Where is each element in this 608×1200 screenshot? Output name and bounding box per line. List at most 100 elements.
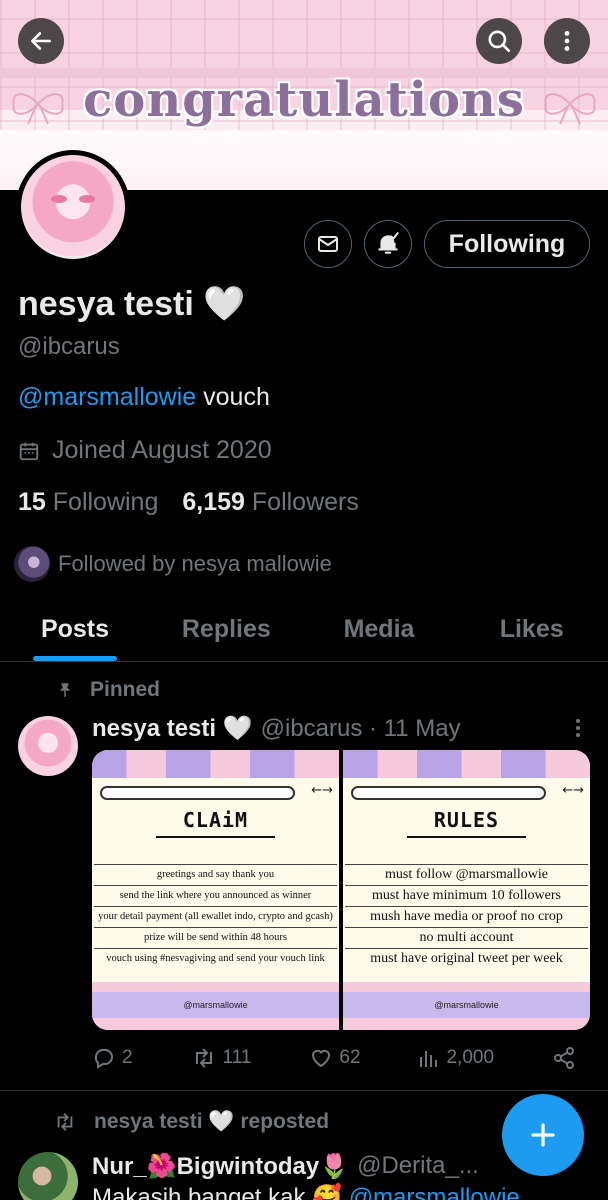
banner-title: congratulations (83, 72, 525, 128)
followers-label: Followers (251, 488, 359, 516)
profile-name: nesya testi 🤍 (18, 285, 246, 323)
claim-image[interactable]: ←→ CLAiM greetings and say thank you sen… (92, 750, 339, 1030)
bio-mention-link[interactable]: @marsmallowie (18, 383, 196, 411)
card-row: mush have media or proof no crop (345, 906, 588, 927)
following-stat[interactable]: 15 Following (18, 488, 158, 517)
tab-posts[interactable]: Posts (0, 600, 150, 661)
plus-icon (531, 1123, 555, 1147)
profile-handle: @ibcarus (18, 333, 120, 360)
card-heading: RULES (433, 808, 500, 832)
card-row: must follow @marsmallowie (345, 864, 588, 885)
view-count: 2,000 (446, 1047, 495, 1068)
repost-icon (57, 1113, 73, 1131)
card-footer: @marsmallowie (343, 992, 590, 1018)
profile-tabs: Posts Replies Media Likes (0, 600, 608, 662)
card-row: vouch using #nesvagiving and send your v… (94, 948, 337, 969)
card-row: send the link where you announced as win… (94, 885, 337, 906)
card-row: your detail payment (all ewallet indo, c… (94, 906, 337, 927)
card-footer-stripe (343, 1018, 590, 1030)
post-mention-link[interactable]: @marsmallowie (349, 1184, 520, 1200)
post-media[interactable]: ←→ CLAiM greetings and say thank you sen… (92, 750, 590, 1030)
followed-by-text: Followed by nesya mallowie (58, 551, 332, 576)
post-meta: @ibcarus · 11 May (260, 715, 461, 742)
followers-stat[interactable]: 6,159 Followers (182, 488, 359, 517)
bio-text: vouch (196, 383, 270, 411)
post-header: nesya testi 🤍 @ibcarus · 11 May (92, 714, 461, 743)
card-footer: @marsmallowie (92, 992, 339, 1018)
tab-replies[interactable]: Replies (150, 600, 303, 661)
post-divider (0, 1090, 608, 1091)
card-rows: greetings and say thank you send the lin… (94, 864, 337, 969)
message-button[interactable] (304, 220, 352, 268)
joined-date: Joined August 2020 (18, 436, 272, 465)
post-meta: @Derita_... (357, 1152, 479, 1179)
pinned-indicator: Pinned (56, 678, 160, 702)
card-row: no multi account (345, 927, 588, 948)
post-actions: 2 111 62 2,000 (92, 1046, 576, 1070)
reply-icon (94, 1049, 113, 1069)
following-label: Following (52, 488, 159, 516)
repost-label: nesya testi 🤍 reposted (94, 1110, 330, 1133)
pin-icon (59, 683, 71, 697)
card-heading: CLAiM (182, 808, 249, 832)
profile-avatar[interactable] (16, 150, 130, 264)
more-options-button[interactable] (544, 18, 590, 64)
arrows-icon: ←→ (311, 783, 333, 798)
card-row: greetings and say thank you (94, 864, 337, 885)
notifications-button[interactable] (364, 220, 412, 268)
card-row: must have original tweet per week (345, 948, 588, 969)
reply-button[interactable]: 2 (92, 1046, 133, 1070)
bar-chart-icon (420, 1051, 438, 1067)
post-text: Makasih banget kak 🥰 @marsmallowie (92, 1183, 520, 1200)
back-button[interactable] (18, 18, 64, 64)
post-more-button[interactable] (570, 716, 586, 745)
more-vertical-icon (576, 719, 580, 737)
post-body: Makasih banget kak 🥰 (92, 1184, 349, 1200)
post-author-name[interactable]: nesya testi 🤍 (92, 714, 253, 743)
followed-by[interactable]: Followed by nesya mallowie (14, 546, 332, 582)
card-heading-underline (156, 836, 275, 838)
post-header: Nur_🌺Bigwintoday🌷 @Derita_... (92, 1152, 479, 1181)
card-row: must have minimum 10 followers (345, 885, 588, 906)
calendar-icon (19, 442, 39, 460)
card-footer-stripe (343, 982, 590, 992)
arrow-left-icon (31, 32, 51, 50)
views-button[interactable]: 2,000 (418, 1046, 494, 1070)
post-avatar[interactable] (18, 1152, 78, 1200)
follower-avatar (14, 546, 50, 582)
profile-bio: @marsmallowie vouch (18, 383, 270, 412)
following-button[interactable]: Following (424, 220, 590, 268)
card-rows: must follow @marsmallowie must have mini… (345, 864, 588, 969)
share-icon (553, 1047, 574, 1069)
repost-button[interactable]: 111 (191, 1046, 252, 1070)
repost-icon (195, 1048, 212, 1068)
like-button[interactable]: 62 (309, 1046, 361, 1070)
follow-stats: 15 Following 6,159 Followers (18, 488, 359, 517)
bell-check-icon (378, 232, 399, 254)
card-heading-underline (407, 836, 526, 838)
repost-indicator: nesya testi 🤍 reposted (52, 1110, 329, 1134)
rules-image[interactable]: ←→ RULES must follow @marsmallowie must … (343, 750, 590, 1030)
more-vertical-icon (564, 31, 570, 51)
search-icon (488, 30, 511, 53)
share-button[interactable] (552, 1046, 576, 1070)
tab-media[interactable]: Media (303, 600, 456, 661)
tab-likes[interactable]: Likes (455, 600, 608, 661)
mail-icon (318, 236, 338, 252)
heart-icon (312, 1049, 331, 1068)
arrows-icon: ←→ (562, 783, 584, 798)
following-count: 15 (18, 488, 46, 516)
search-button[interactable] (476, 18, 522, 64)
followers-count: 6,159 (182, 488, 245, 516)
joined-text: Joined August 2020 (52, 436, 272, 464)
like-count: 62 (339, 1047, 361, 1068)
post-author-name[interactable]: Nur_🌺Bigwintoday🌷 (92, 1152, 349, 1181)
card-footer-stripe (92, 982, 339, 992)
reply-count: 2 (122, 1047, 133, 1068)
repost-count: 111 (222, 1047, 252, 1068)
card-row: prize will be send within 48 hours (94, 927, 337, 948)
compose-button[interactable] (502, 1094, 584, 1176)
card-footer-stripe (92, 1018, 339, 1030)
post-avatar[interactable] (18, 716, 78, 776)
avatar-image (21, 155, 125, 259)
